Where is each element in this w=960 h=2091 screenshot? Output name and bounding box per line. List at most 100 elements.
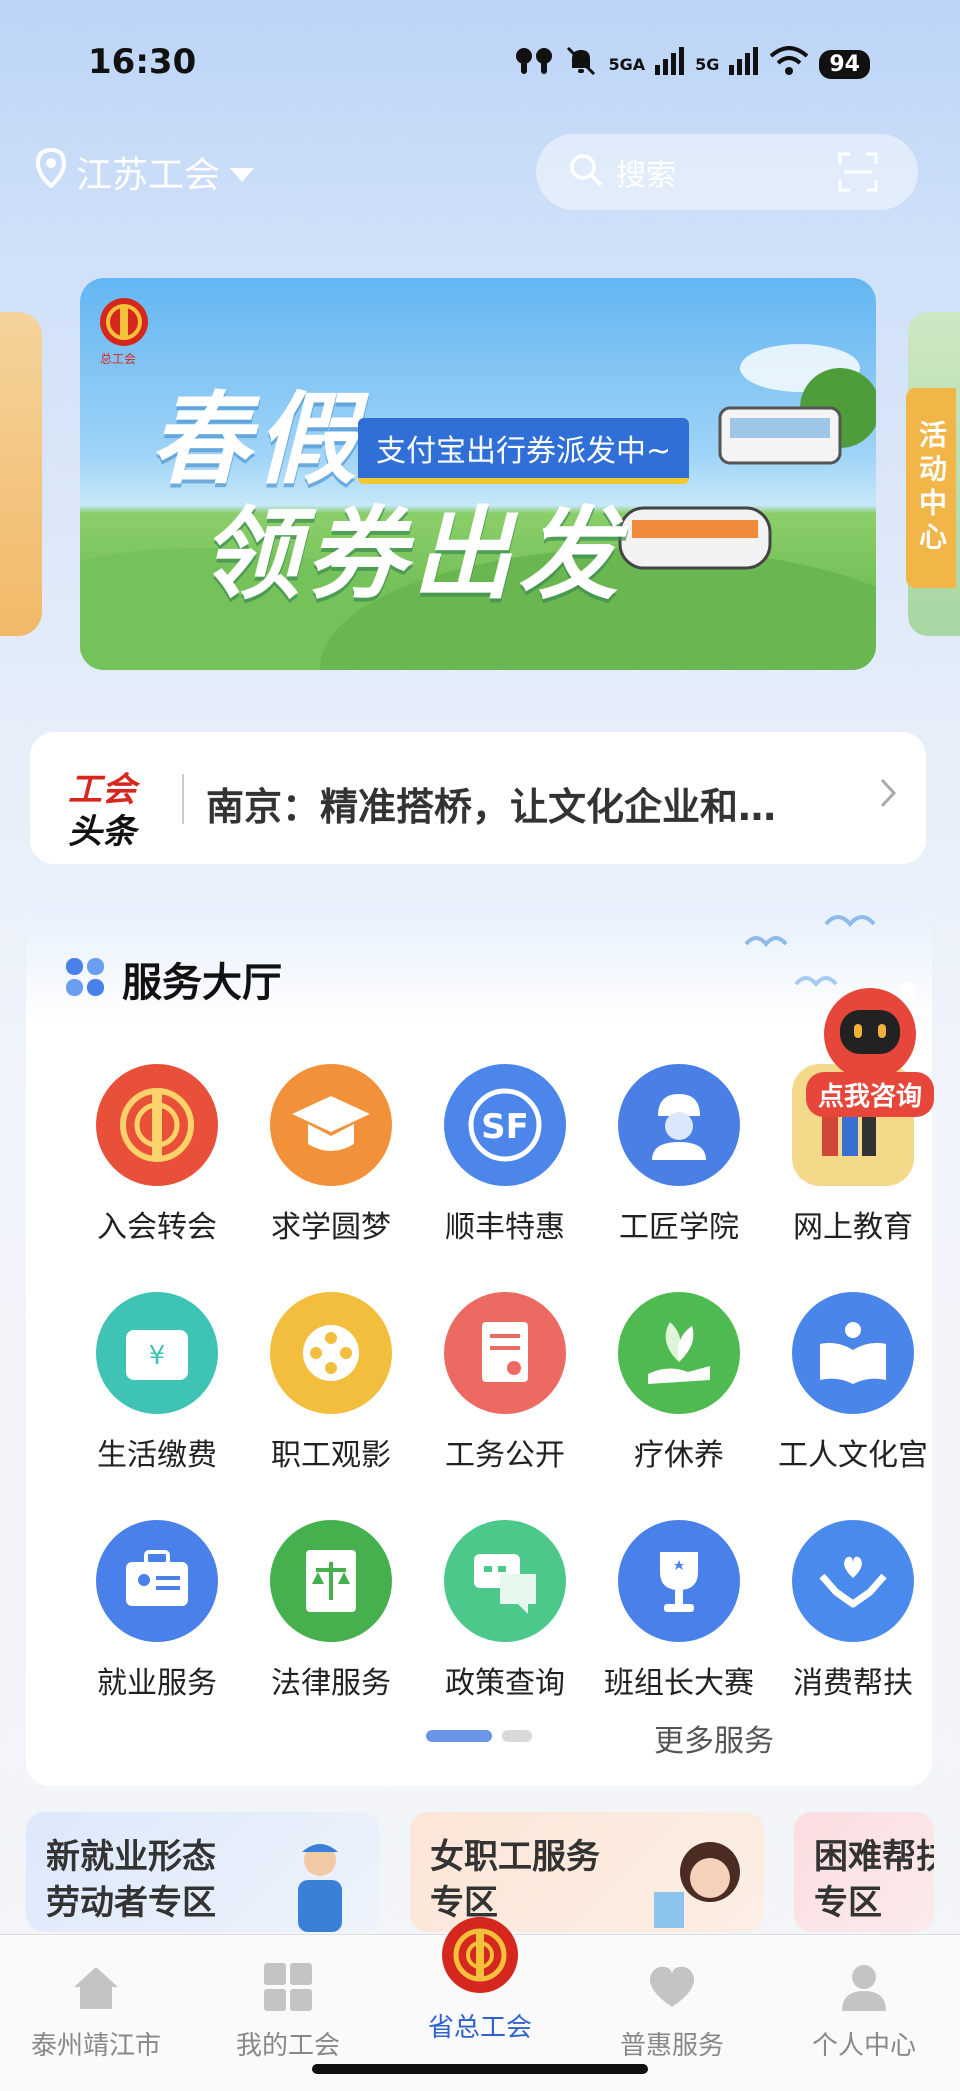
service-label: 就业服务: [97, 1666, 217, 1701]
promo-banner[interactable]: 总工会 春假 领券出发 支付宝出行券派发中~: [80, 278, 876, 670]
service-item-contest[interactable]: 班组长大赛: [592, 1520, 766, 1702]
status-icons: 5GA 5G 94: [514, 44, 870, 85]
service-item-craftsman[interactable]: 工匠学院: [592, 1064, 766, 1246]
service-hall: 服务大厅 入会转会 求学圆梦 SF 顺丰特惠 工匠学院 网上教育 ¥ 生活缴费: [26, 904, 932, 1786]
heart-icon: [646, 1961, 698, 2013]
signal-icon: [655, 47, 685, 82]
heart-hands-icon: [792, 1520, 914, 1642]
nav-label: 泰州靖江市: [30, 2031, 161, 2061]
service-item-legal[interactable]: 法律服务: [244, 1520, 418, 1702]
worker-icon: [618, 1064, 740, 1186]
nav-item-my-union[interactable]: 我的工会: [192, 1935, 384, 2061]
service-label: 法律服务: [271, 1666, 391, 1701]
nav-item-benefits[interactable]: 普惠服务: [576, 1935, 768, 2061]
location-label: 江苏工会: [76, 155, 221, 196]
document-icon: [444, 1292, 566, 1414]
law-book-icon: [270, 1520, 392, 1642]
briefcase-icon: [96, 1520, 218, 1642]
location-pin-icon: [35, 147, 67, 197]
page-dot-active: [426, 1730, 492, 1742]
svg-text:SF: SF: [481, 1107, 529, 1147]
four-petal-icon: [66, 958, 104, 996]
nav-label: 我的工会: [235, 2031, 340, 2061]
service-item-movies[interactable]: 职工观影: [244, 1292, 418, 1474]
union-logo-icon: [98, 296, 150, 348]
headline-text[interactable]: 南京：精准搭桥，让文化企业和…: [206, 776, 776, 831]
service-label: 求学圆梦: [271, 1210, 391, 1245]
wallet-icon: ¥: [96, 1292, 218, 1414]
search-bar[interactable]: 搜索: [536, 134, 918, 210]
zone-card-women-workers[interactable]: 女职工服务 专区: [410, 1812, 764, 1932]
page-indicator: [426, 1730, 532, 1742]
earbuds-icon: [514, 46, 554, 83]
wifi-icon: [769, 46, 809, 83]
service-item-culture-palace[interactable]: 工人文化宫: [766, 1292, 932, 1474]
signal-icon-2: [729, 47, 759, 82]
service-label: 政策查询: [445, 1666, 565, 1701]
nav-label: 普惠服务: [619, 2031, 724, 2061]
zone-card-hardship-aid[interactable]: 困难帮扶 专区: [794, 1812, 934, 1932]
news-headline-bar[interactable]: 工会 头条 南京：精准搭桥，让文化企业和…: [30, 732, 926, 864]
zone-title-line2: 劳动者专区: [46, 1883, 216, 1923]
headline-logo-bottom: 头条: [68, 812, 136, 852]
service-item-consumer-aid[interactable]: 消费帮扶: [766, 1520, 932, 1702]
mute-bell-icon: [564, 44, 598, 85]
zone-title-line1: 困难帮扶: [814, 1837, 934, 1877]
home-icon: [70, 1961, 122, 2013]
service-item-affairs[interactable]: 工务公开: [418, 1292, 592, 1474]
more-services-link[interactable]: 更多服务: [654, 1716, 774, 1760]
service-item-bills[interactable]: ¥ 生活缴费: [70, 1292, 244, 1474]
service-label: 入会转会: [97, 1210, 217, 1245]
banner-prev-peek[interactable]: [0, 312, 42, 636]
zone-card-new-employment[interactable]: 新就业形态劳动者专区: [26, 1812, 380, 1932]
nav-item-provincial-union[interactable]: 省总工会: [384, 1917, 576, 2055]
graduation-cap-icon: [270, 1064, 392, 1186]
person-icon: [838, 1961, 890, 2013]
service-item-join[interactable]: 入会转会: [70, 1064, 244, 1246]
courier-illustration-icon: [298, 1844, 342, 1932]
nav-label: 个人中心: [811, 2031, 916, 2061]
sf-logo-icon: SF: [444, 1064, 566, 1186]
battery-indicator: 94: [819, 50, 870, 79]
search-icon: [568, 152, 604, 192]
service-label: 职工观影: [271, 1438, 391, 1473]
union-emblem-icon: [440, 1915, 520, 1995]
chevron-right-icon[interactable]: [878, 776, 898, 819]
status-time: 16:30: [88, 42, 197, 82]
chat-bubbles-icon: [444, 1520, 566, 1642]
activity-center-tab[interactable]: 活动中心: [906, 388, 956, 588]
nav-item-city[interactable]: 泰州靖江市: [0, 1935, 192, 2061]
home-indicator[interactable]: [312, 2064, 648, 2074]
consult-button[interactable]: 点我咨询: [806, 1072, 935, 1117]
service-label: 疗休养: [634, 1438, 724, 1473]
page-dot: [502, 1730, 532, 1742]
service-item-sf[interactable]: SF 顺丰特惠: [418, 1064, 592, 1246]
network1-label: 5GA: [608, 55, 646, 74]
banner-logo-text: 总工会: [100, 352, 137, 366]
zone-title-line2: 专区: [814, 1883, 882, 1923]
woman-illustration-icon: [654, 1842, 740, 1928]
search-placeholder: 搜索: [616, 158, 676, 193]
activity-center-label: 活动中心: [915, 420, 948, 556]
service-label: 网上教育: [793, 1210, 913, 1245]
service-label: 工匠学院: [619, 1210, 739, 1245]
zone-title-line1: 新就业形态: [46, 1837, 216, 1877]
service-item-employment[interactable]: 就业服务: [70, 1520, 244, 1702]
scan-icon[interactable]: [838, 152, 878, 192]
grid-icon: [262, 1961, 314, 2013]
union-emblem-icon: [96, 1064, 218, 1186]
film-reel-icon: [270, 1292, 392, 1414]
service-hall-title: 服务大厅: [122, 960, 282, 1006]
location-selector[interactable]: 江苏工会: [35, 146, 255, 198]
service-label: 工务公开: [445, 1438, 565, 1473]
zone-title-line1: 女职工服务: [430, 1837, 600, 1877]
service-item-rest[interactable]: 疗休养: [592, 1292, 766, 1474]
nav-item-profile[interactable]: 个人中心: [768, 1935, 960, 2061]
open-book-icon: [792, 1292, 914, 1414]
service-label: 顺丰特惠: [445, 1210, 565, 1245]
service-label: 生活缴费: [97, 1438, 217, 1473]
chevron-down-icon: [230, 152, 255, 193]
service-item-policy[interactable]: 政策查询: [418, 1520, 592, 1702]
service-item-study[interactable]: 求学圆梦: [244, 1064, 418, 1246]
service-label: 工人文化宫: [778, 1438, 928, 1473]
